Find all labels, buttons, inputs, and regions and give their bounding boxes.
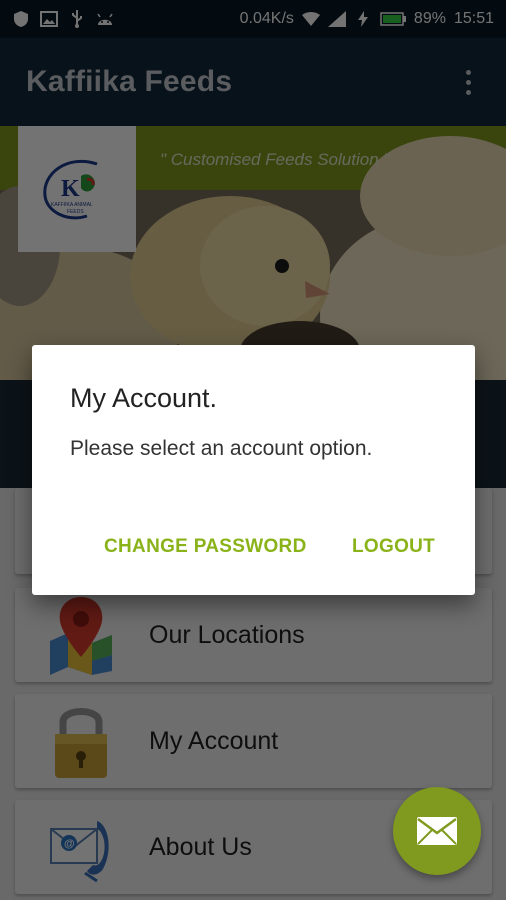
dialog-message: Please select an account option. <box>70 437 373 460</box>
logout-button[interactable]: LOGOUT <box>352 536 435 558</box>
overflow-dot <box>465 89 471 95</box>
svg-text:@: @ <box>64 838 75 850</box>
svg-text:KAFFIIKA ANIMAL: KAFFIIKA ANIMAL <box>51 202 93 208</box>
app-bar: Kaffiika Feeds <box>0 38 506 126</box>
menu-item-label: Our Locations <box>149 620 305 649</box>
account-dialog: My Account. Please select an account opt… <box>32 345 475 595</box>
overflow-dot <box>465 79 471 85</box>
menu-item-label: About Us <box>149 832 252 861</box>
wifi-icon <box>301 10 320 28</box>
clock: 15:51 <box>453 10 494 27</box>
battery-icon <box>380 10 406 28</box>
status-right-info: 0.04K/s 89% 15:51 <box>240 10 494 28</box>
svg-text:FEEDS: FEEDS <box>67 209 84 215</box>
app-title: Kaffiika Feeds <box>26 65 233 98</box>
menu-item-my-account[interactable]: My Account <box>15 694 492 788</box>
mail-fab-button[interactable] <box>393 787 481 875</box>
battery-level: 89% <box>413 10 446 27</box>
contact-icon: @ <box>41 807 121 887</box>
change-password-button[interactable]: CHANGE PASSWORD <box>104 536 307 558</box>
svg-text:K: K <box>61 176 80 202</box>
usb-icon <box>68 10 86 28</box>
overflow-menu-button[interactable] <box>456 62 480 102</box>
map-pin-icon <box>41 595 121 675</box>
shield-icon <box>12 10 30 28</box>
kaffiika-logo-icon: K KAFFIIKA ANIMAL FEEDS <box>43 159 98 220</box>
company-logo: K KAFFIIKA ANIMAL FEEDS <box>18 126 136 252</box>
charging-icon <box>354 10 372 28</box>
status-bar: 0.04K/s 89% 15:51 <box>0 0 506 38</box>
image-icon <box>40 10 58 28</box>
android-icon <box>96 10 114 28</box>
banner-tagline: " Customised Feeds Solution " <box>160 150 390 169</box>
padlock-icon <box>41 701 121 781</box>
signal-icon <box>327 10 346 28</box>
dialog-title: My Account. <box>70 383 218 413</box>
menu-item-our-locations[interactable]: Our Locations <box>15 588 492 682</box>
network-speed: 0.04K/s <box>239 10 294 27</box>
banner: " Customised Feeds Solution " K KAFFIIKA… <box>0 126 506 380</box>
menu-item-label: My Account <box>149 726 279 755</box>
mail-icon <box>417 817 457 845</box>
overflow-dot <box>465 69 471 75</box>
status-left-icons <box>12 10 114 28</box>
